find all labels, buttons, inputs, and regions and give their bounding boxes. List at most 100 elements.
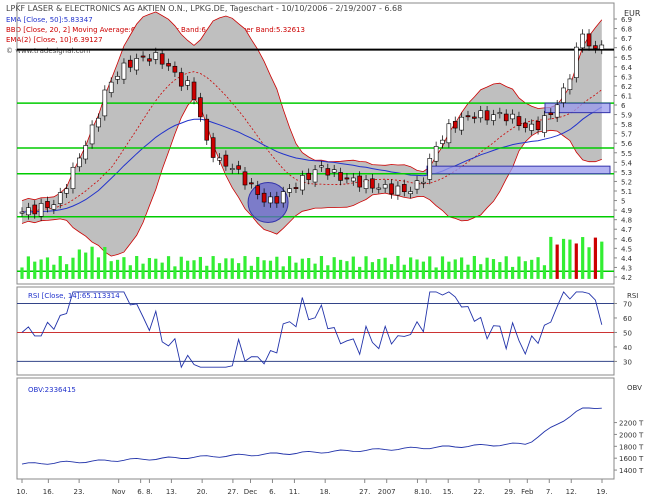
x-tick-label: 11. [289, 488, 300, 496]
candle-body [408, 191, 413, 195]
candle-body [108, 81, 114, 93]
candle-body [427, 158, 433, 180]
candle-body [414, 180, 420, 190]
price-tick-label: 4.7 [621, 226, 632, 234]
volume-bar [122, 257, 126, 279]
volume-bar [440, 256, 445, 279]
candle-body [128, 59, 133, 68]
candle-body [382, 184, 388, 189]
price-tick-label: 4.8 [621, 217, 632, 225]
volume-bar [351, 256, 355, 279]
candle-body [83, 145, 89, 160]
volume-bar [103, 246, 107, 279]
candle-body [70, 166, 76, 189]
candle-body [510, 113, 515, 120]
candle-body [370, 178, 375, 189]
candle-body [484, 110, 490, 121]
rsi-tick-label: 40 [623, 344, 632, 352]
volume-bar [249, 265, 253, 279]
volume-bar [307, 258, 311, 279]
candle-body [32, 204, 38, 215]
x-tick-label: 7. [546, 488, 553, 496]
volume-bar [128, 265, 132, 279]
volume-bar [504, 256, 508, 279]
volume-bar [485, 257, 489, 279]
candle-body [45, 201, 50, 208]
candle-body [561, 87, 566, 103]
x-tick-label: 18. [320, 488, 331, 496]
volume-bar [77, 249, 81, 279]
price-tick-label: 5.3 [621, 169, 632, 177]
volume-bar [147, 258, 152, 279]
x-tick-label: 27. [359, 488, 370, 496]
volume-bar [434, 267, 438, 279]
volume-bar [275, 256, 279, 279]
candle-body [300, 175, 305, 191]
price-tick-label: 6.5 [621, 54, 632, 62]
volume-bar [173, 266, 177, 279]
candle-body [96, 117, 101, 128]
candle-body [255, 185, 261, 195]
price-tick-label: 5.7 [621, 131, 632, 139]
candle-body [491, 114, 496, 121]
volume-bar [135, 256, 139, 279]
volume-bar [447, 261, 451, 279]
x-tick-label: 22. [473, 488, 484, 496]
volume-bar [96, 257, 101, 279]
candle-body [159, 53, 165, 65]
candle-body [102, 89, 108, 117]
price-tick-label: 5.2 [621, 178, 632, 186]
x-tick-label: 16. [43, 488, 54, 496]
candle-body [191, 81, 197, 100]
candle-body [452, 121, 458, 129]
obv-legend: OBV:2336415 [28, 386, 76, 394]
volume-bar [141, 263, 145, 279]
candle-body [465, 115, 471, 118]
rsi-title: RSI [627, 292, 638, 300]
volume-bar [517, 256, 521, 279]
price-tick-label: 5.6 [621, 140, 633, 148]
candle-body [440, 139, 445, 144]
candle-body [363, 179, 369, 189]
volume-bar [237, 263, 241, 279]
price-tick-label: 4.4 [621, 255, 633, 263]
price-tick-label: 6.1 [621, 92, 632, 100]
candle-body [153, 52, 159, 60]
x-tick-label: 13. [166, 488, 177, 496]
stock-chart: LPKF LASER & ELECTRONICS AG AKTIEN O.N.,… [0, 0, 666, 499]
candle-body [586, 33, 592, 47]
candle-body [51, 204, 57, 210]
candle-body [217, 157, 222, 161]
candle-body [376, 187, 382, 190]
candle-body [325, 168, 331, 176]
price-tick-label: 6.8 [621, 26, 632, 34]
candle-body [357, 175, 362, 188]
candle-body [548, 112, 554, 116]
candle-body [573, 46, 579, 78]
candle-body [121, 62, 127, 80]
candle-body [433, 146, 439, 162]
volume-bar [256, 256, 260, 279]
x-tick-label: 10. [16, 488, 27, 496]
volume-bar [460, 257, 464, 279]
volume-bar [453, 259, 457, 279]
volume-bar [287, 256, 292, 279]
candle-body [185, 80, 190, 86]
price-tick-label: 6.3 [621, 73, 632, 81]
candle-body [287, 188, 292, 193]
obv-tick-label: 2200 T [619, 420, 644, 428]
volume-bar [192, 260, 196, 279]
price-tick-label: 5.8 [621, 121, 632, 129]
candle-body [312, 169, 318, 183]
candle-body [554, 104, 560, 118]
candle-body [523, 122, 528, 128]
candle-body [516, 116, 522, 126]
x-tick-label: 15. [443, 488, 454, 496]
x-tick-label: 29. [504, 488, 515, 496]
candle-body [529, 123, 534, 131]
rsi-tick-label: 50 [623, 329, 632, 337]
price-tick-label: 4.6 [621, 236, 633, 244]
volume-bar [587, 247, 591, 279]
candle-body [503, 113, 509, 122]
candle-body [77, 157, 82, 168]
